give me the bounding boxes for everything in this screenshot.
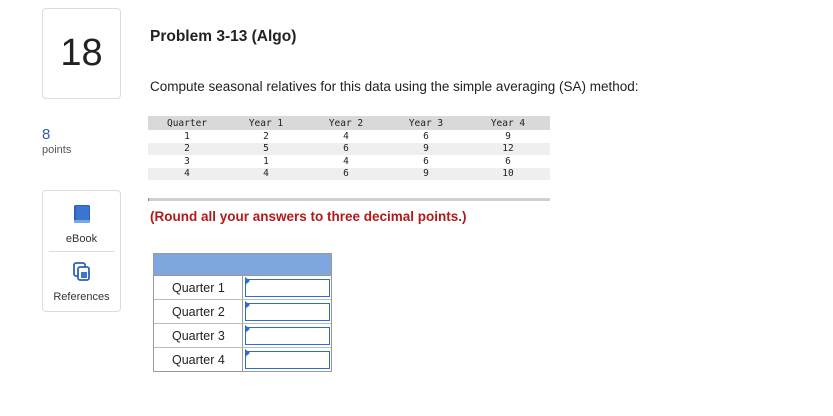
answer-row-quarter-4: Quarter 4: [154, 348, 331, 371]
table-cell: 9: [505, 130, 511, 142]
table-row: 4 4 6 9 10: [148, 167, 550, 180]
resources-panel: eBook References: [42, 190, 121, 312]
answer-label: Quarter 1: [154, 276, 243, 299]
answer-table: Quarter 1 Quarter 2 Quarter 3 Quarter 4: [153, 253, 332, 372]
book-icon: [73, 205, 90, 223]
points-label: points: [42, 144, 72, 156]
question-number-box: 18: [42, 8, 121, 99]
table-cell: 6: [505, 155, 511, 167]
answer-cell: [243, 324, 331, 347]
table-cell: 4: [343, 130, 349, 142]
table-cell: 9: [386, 142, 466, 155]
table-cell: 6: [306, 167, 386, 180]
rounding-note: (Round all your answers to three decimal…: [150, 209, 467, 224]
table-cell: 12: [466, 142, 550, 155]
input-flag-icon: [245, 301, 250, 309]
answer-row-quarter-2: Quarter 2: [154, 300, 331, 324]
table-divider: [148, 198, 550, 201]
answer-label: Quarter 3: [154, 324, 243, 347]
table-row: 2 5 6 9 12: [148, 142, 550, 155]
quarter-1-input[interactable]: [245, 278, 330, 297]
header-year-1: Year 1: [226, 116, 306, 130]
points-value: 8: [42, 126, 51, 143]
answer-label: Quarter 2: [154, 300, 243, 323]
header-quarter: Quarter: [148, 116, 226, 130]
table-cell: 5: [226, 142, 306, 155]
answer-label: Quarter 4: [154, 348, 243, 371]
table-cell: 4: [148, 167, 226, 180]
table-cell: 1: [184, 130, 190, 142]
input-flag-icon: [245, 325, 250, 333]
input-flag-icon: [245, 349, 250, 357]
header-year-3: Year 3: [386, 116, 466, 130]
table-cell: 6: [423, 155, 429, 167]
table-cell: 2: [263, 130, 269, 142]
quarter-2-input[interactable]: [245, 302, 330, 321]
table-row: 1 2 4 6 9: [148, 130, 550, 143]
references-icon: [72, 262, 90, 281]
table-cell: 9: [386, 167, 466, 180]
references-label: References: [53, 291, 110, 303]
seasonal-data-table: Quarter Year 1 Year 2 Year 3 Year 4 1 2 …: [148, 116, 550, 180]
table-cell: 10: [466, 167, 550, 180]
header-year-4: Year 4: [466, 116, 550, 130]
answer-row-quarter-1: Quarter 1: [154, 276, 331, 300]
table-cell: 6: [306, 142, 386, 155]
table-cell: 1: [263, 155, 269, 167]
data-table-header-row: Quarter Year 1 Year 2 Year 3 Year 4: [148, 116, 550, 130]
ebook-button[interactable]: eBook: [43, 203, 120, 245]
points-info: 8 points: [42, 127, 71, 157]
references-button[interactable]: References: [43, 261, 120, 303]
header-year-2: Year 2: [306, 116, 386, 130]
answer-cell: [243, 348, 331, 371]
table-row: 3 1 4 6 6: [148, 155, 550, 168]
quarter-4-input[interactable]: [245, 350, 330, 369]
quarter-3-input[interactable]: [245, 326, 330, 345]
answer-cell: [243, 276, 331, 299]
answer-row-quarter-3: Quarter 3: [154, 324, 331, 348]
answer-cell: [243, 300, 331, 323]
table-cell: 3: [184, 155, 190, 167]
answer-table-header: [154, 254, 331, 276]
resources-divider: [49, 251, 114, 252]
table-cell: 2: [148, 142, 226, 155]
table-cell: 4: [343, 155, 349, 167]
table-cell: 6: [423, 130, 429, 142]
question-number: 18: [60, 32, 103, 74]
problem-instruction: Compute seasonal relatives for this data…: [150, 79, 639, 94]
problem-title: Problem 3-13 (Algo): [150, 28, 297, 45]
table-cell: 4: [226, 167, 306, 180]
ebook-label: eBook: [65, 233, 98, 245]
input-flag-icon: [245, 277, 250, 285]
